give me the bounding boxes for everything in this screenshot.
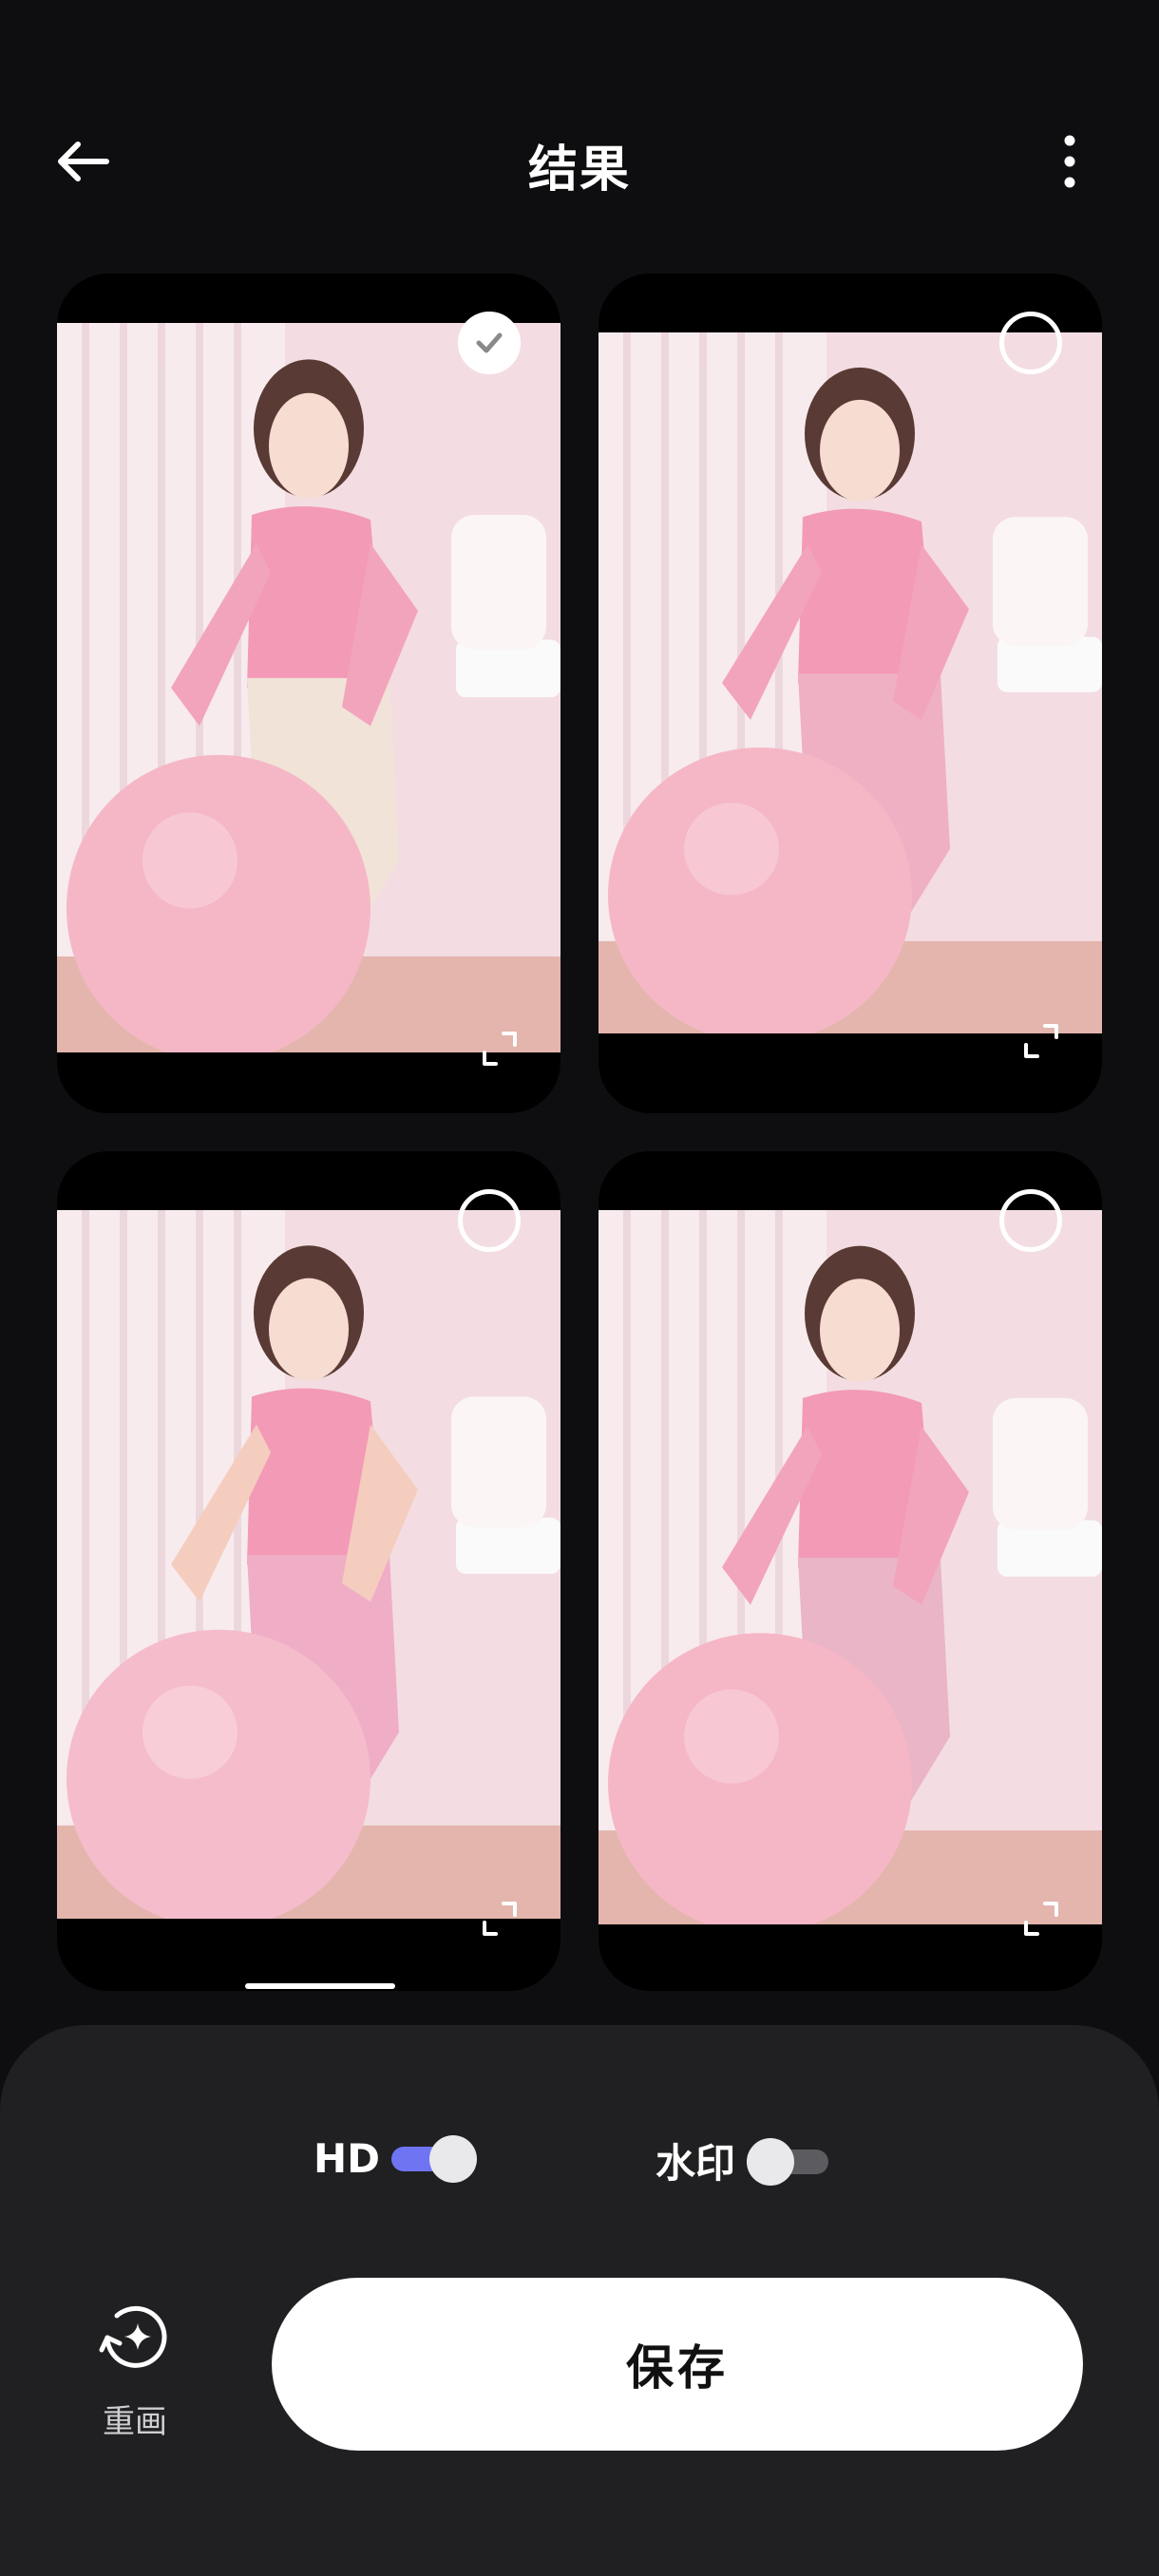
result-card-4[interactable] [598, 1151, 1102, 1991]
redraw-button[interactable]: 重画 [80, 2297, 190, 2442]
more-options-button[interactable] [1030, 122, 1110, 201]
result-card-3[interactable] [57, 1151, 560, 1991]
expand-icon[interactable] [1022, 1900, 1060, 1938]
select-checkbox-2[interactable] [999, 312, 1062, 374]
watermark-switch[interactable] [747, 2134, 832, 2188]
select-checkbox-1[interactable] [458, 312, 521, 374]
select-checkbox-4[interactable] [999, 1189, 1062, 1252]
result-image-2[interactable] [598, 332, 1102, 1033]
header: 结果 [0, 0, 1159, 256]
result-image-1[interactable] [57, 323, 560, 1052]
redraw-sparkle-icon [99, 2305, 167, 2368]
hd-label: HD [314, 2134, 381, 2182]
save-button[interactable]: 保存 [272, 2278, 1083, 2451]
result-image-3[interactable] [57, 1210, 560, 1919]
hd-switch[interactable] [391, 2131, 478, 2185]
page-title: 结果 [527, 142, 631, 199]
watermark-toggle-group: 水印 [656, 2131, 832, 2189]
result-image-4[interactable] [598, 1210, 1102, 1924]
scroll-indicator [245, 1983, 395, 1989]
result-card-1[interactable] [57, 274, 560, 1113]
expand-icon[interactable] [481, 1030, 519, 1068]
select-checkbox-3[interactable] [458, 1189, 521, 1252]
watermark-label: 水印 [656, 2140, 736, 2187]
redraw-label: 重画 [103, 2403, 167, 2441]
check-icon [476, 332, 503, 353]
result-screen: 结果 HD 水印 重画 保存 [0, 0, 1159, 2576]
result-card-2[interactable] [598, 274, 1102, 1113]
hd-toggle-group: HD [314, 2131, 478, 2185]
expand-icon[interactable] [481, 1900, 519, 1938]
expand-icon[interactable] [1022, 1022, 1060, 1060]
more-vertical-icon [1064, 135, 1075, 188]
